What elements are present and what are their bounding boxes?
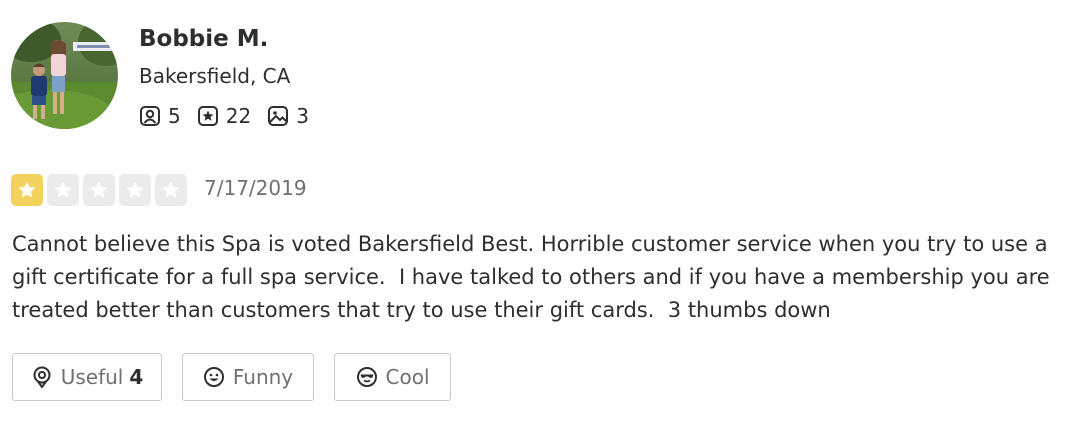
avatar-photo (11, 22, 118, 129)
star-icon (54, 181, 72, 198)
funny-button[interactable]: Funny (182, 353, 314, 401)
user-name[interactable]: Bobbie M. (139, 26, 268, 52)
review-text: Cannot believe this Spa is voted Bakersf… (12, 232, 1057, 322)
user-stats: 5 22 3 (139, 103, 325, 129)
friends-count: 5 (168, 104, 181, 128)
smiley-icon (203, 367, 224, 387)
star-filled (11, 174, 43, 206)
photos-stat: 3 (267, 104, 309, 128)
star-icon (162, 181, 180, 198)
photo-icon (268, 106, 289, 126)
cool-label: Cool (385, 365, 430, 389)
avatar[interactable] (11, 22, 118, 129)
friends-icon (140, 106, 160, 126)
star-empty (119, 174, 151, 206)
star-empty (47, 174, 79, 206)
star-icon (126, 181, 144, 198)
sunglasses-icon (356, 367, 377, 387)
star-icon (90, 181, 108, 198)
lightbulb-icon (33, 366, 51, 388)
cool-button[interactable]: Cool (334, 353, 451, 401)
reviews-count: 22 (225, 104, 252, 128)
reaction-buttons: Useful 4 Funny Cool (12, 353, 471, 401)
useful-label: Useful (60, 365, 124, 389)
star-icon (18, 181, 36, 198)
friends-stat: 5 (139, 104, 181, 128)
star-empty (83, 174, 115, 206)
funny-label: Funny (232, 365, 294, 389)
star-rating (11, 174, 191, 206)
useful-count: 4 (129, 365, 144, 389)
star-empty (155, 174, 187, 206)
useful-button[interactable]: Useful 4 (12, 353, 162, 401)
user-location: Bakersfield, CA (139, 64, 291, 88)
review-star-icon (197, 106, 218, 126)
reviews-stat: 22 (197, 104, 251, 128)
review-date: 7/17/2019 (204, 176, 307, 200)
photos-count: 3 (296, 104, 309, 128)
